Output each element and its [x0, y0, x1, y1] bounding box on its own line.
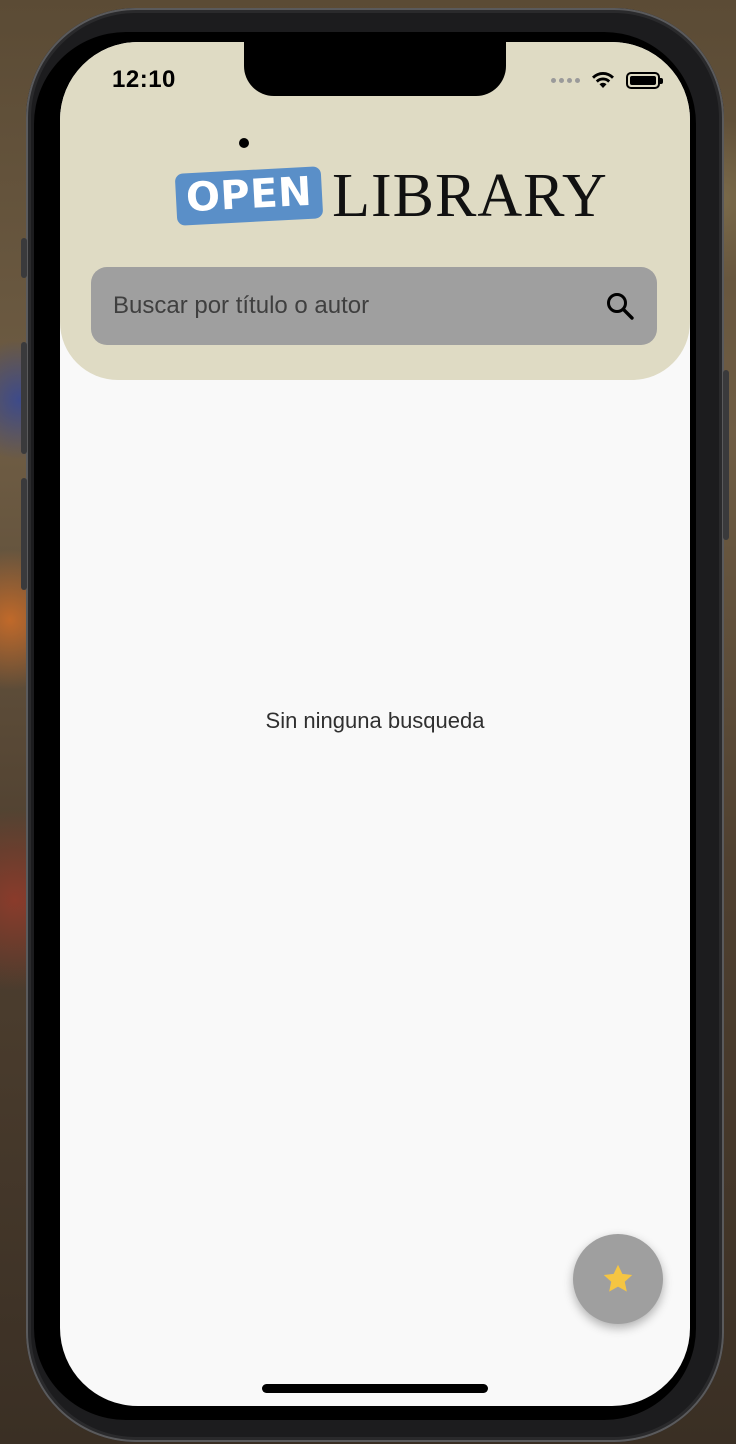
silent-switch [21, 238, 27, 278]
volume-up-button [21, 342, 27, 454]
cellular-signal-icon [551, 77, 580, 83]
volume-down-button [21, 478, 27, 590]
favorites-button[interactable] [573, 1234, 663, 1324]
search-bar[interactable] [91, 267, 657, 345]
wifi-icon [592, 72, 614, 88]
status-time: 12:10 [112, 66, 176, 93]
search-icon[interactable] [603, 289, 637, 323]
logo-library-text: LIBRARY [332, 162, 608, 230]
home-indicator[interactable] [262, 1384, 488, 1393]
open-library-logo: OPEN LIBRARY [174, 162, 608, 230]
status-indicators [551, 70, 663, 90]
app-screen: 12:10 OPEN LIBRARY Buscar por título o a… [60, 42, 690, 1406]
device-notch [244, 42, 506, 96]
power-button [723, 370, 729, 540]
battery-icon [626, 71, 663, 89]
logo-open-badge: OPEN [174, 166, 324, 226]
camera-dot [239, 138, 249, 148]
empty-state-message: Sin ninguna busqueda [265, 708, 485, 733]
search-input[interactable] [111, 291, 603, 321]
star-icon [603, 1264, 633, 1292]
